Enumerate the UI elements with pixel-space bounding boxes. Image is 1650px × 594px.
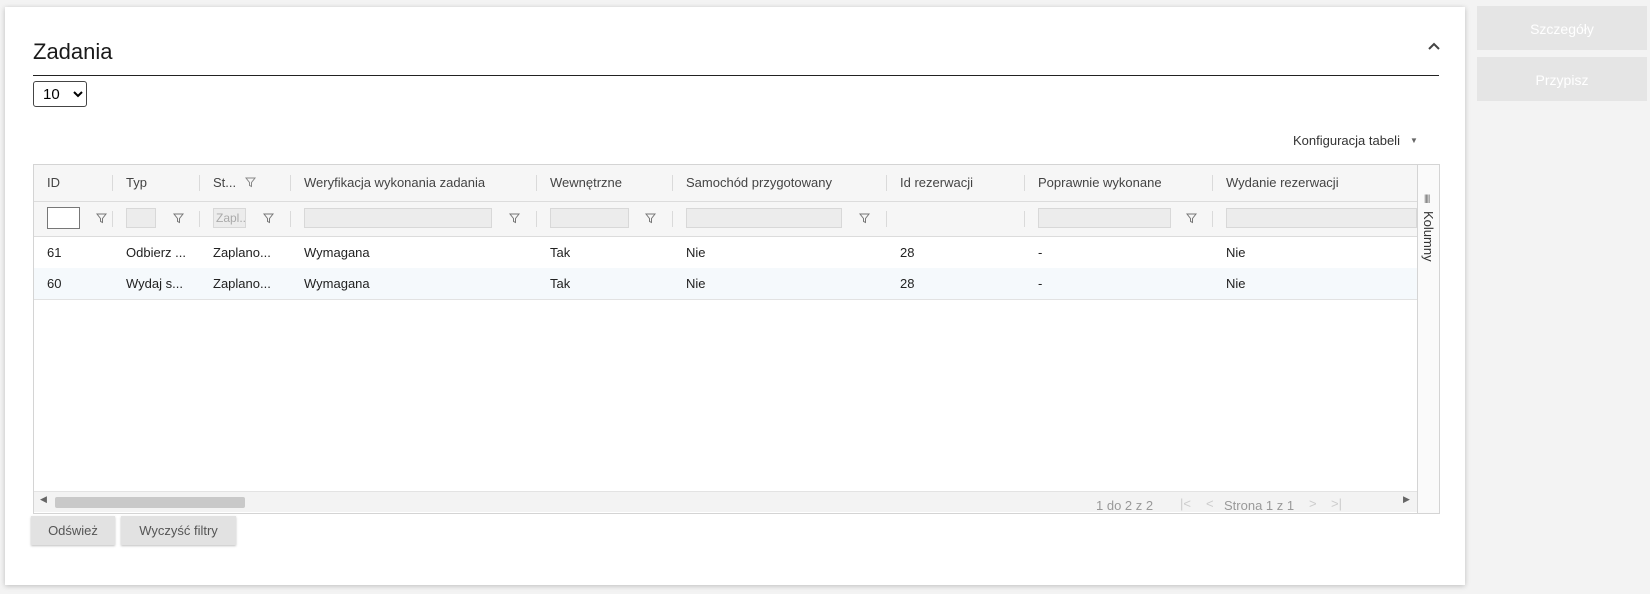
cell-samochod: Nie [686,245,706,260]
cell-wydanie: Nie [1226,276,1246,291]
scrollbar-thumb[interactable] [55,497,245,508]
cell-status: Zaplano... [213,276,271,291]
cell-typ: Wydaj s... [126,276,183,291]
grid-filter-row: Zapl... [34,202,1417,237]
collapse-chevron-icon[interactable] [1424,37,1444,57]
pagination-summary: 1 do 2 z 2 [1096,498,1154,513]
cell-wewnetrzne: Tak [550,245,571,260]
panel-title: Zadania [33,39,113,64]
next-page-icon[interactable]: > [1309,496,1317,511]
scroll-right-icon[interactable]: ▶ [1403,494,1410,505]
column-header-typ[interactable]: Typ [126,165,147,201]
tasks-grid: ID Typ St... Weryfikacja wykonania zadan… [33,164,1440,514]
pagination-page-label: Strona 1 z 1 [1224,498,1295,513]
cell-weryfikacja: Wymagana [304,276,370,291]
refresh-button[interactable]: Odśwież [31,516,115,545]
filter-funnel-icon[interactable] [95,212,108,227]
title-divider [33,75,1439,76]
cell-id: 61 [47,245,62,260]
cell-id: 60 [47,276,62,291]
column-header-wewnetrzne[interactable]: Wewnętrzne [550,165,622,201]
table-config-dropdown[interactable]: Konfiguracja tabeli ▼ [1293,133,1418,148]
column-header-id-rezerwacji[interactable]: Id rezerwacji [900,165,973,201]
column-header-wydanie[interactable]: Wydanie rezerwacji [1226,165,1417,201]
columns-side-panel[interactable]: |||| Kolumny [1417,165,1439,513]
filter-input-wydanie[interactable] [1226,208,1417,228]
column-header-id[interactable]: ID [47,165,60,201]
funnel-icon [244,176,257,191]
columns-panel-label: Kolumny [1421,211,1436,262]
filter-input-wewnetrzne[interactable] [550,208,629,228]
filter-funnel-icon[interactable] [1185,212,1198,227]
column-header-status[interactable]: St... [213,165,236,201]
column-header-samochod[interactable]: Samochód przygotowany [686,165,832,201]
grid-header-row: ID Typ St... Weryfikacja wykonania zadan… [34,165,1417,202]
table-row[interactable]: 60 Wydaj s... Zaplano... Wymagana Tak Ni… [34,268,1417,300]
last-page-icon[interactable]: >| [1331,496,1342,511]
cell-wydanie: Nie [1226,245,1246,260]
filter-funnel-icon[interactable] [858,212,871,227]
filter-input-samochod[interactable] [686,208,842,228]
tasks-panel: Zadania 10 Konfiguracja tabeli ▼ ID Typ S… [5,7,1465,585]
cell-typ: Odbierz ... [126,245,186,260]
filter-funnel-icon[interactable] [262,212,275,227]
filter-funnel-icon[interactable] [644,212,657,227]
column-header-poprawnie[interactable]: Poprawnie wykonane [1038,165,1162,201]
filter-input-typ[interactable] [126,208,156,228]
filter-input-weryfikacja[interactable] [304,208,492,228]
cell-id-rezerwacji: 28 [900,245,915,260]
cell-poprawnie: - [1038,245,1043,260]
cell-status: Zaplano... [213,245,271,260]
table-config-label: Konfiguracja tabeli [1293,133,1400,148]
columns-icon: |||| [1424,193,1430,203]
scroll-left-icon[interactable]: ◀ [40,494,47,505]
clear-filters-button[interactable]: Wyczyść filtry [121,516,236,545]
page-size-select[interactable]: 10 [33,81,87,107]
filter-input-status[interactable]: Zapl... [213,208,246,228]
filter-funnel-icon[interactable] [508,212,521,227]
table-row[interactable]: 61 Odbierz ... Zaplano... Wymagana Tak N… [34,237,1417,269]
first-page-icon[interactable]: |< [1180,496,1191,511]
filter-input-id[interactable] [47,207,80,229]
prev-page-icon[interactable]: < [1206,496,1214,511]
caret-down-icon: ▼ [1409,136,1418,145]
cell-id-rezerwacji: 28 [900,276,915,291]
filter-funnel-icon[interactable] [172,212,185,227]
filter-input-poprawnie[interactable] [1038,208,1171,228]
cell-samochod: Nie [686,276,706,291]
assign-button[interactable]: Przypisz [1477,57,1647,101]
column-header-weryfikacja[interactable]: Weryfikacja wykonania zadania [304,165,485,201]
cell-weryfikacja: Wymagana [304,245,370,260]
details-button[interactable]: Szczegóły [1477,6,1647,50]
cell-wewnetrzne: Tak [550,276,571,291]
cell-poprawnie: - [1038,276,1043,291]
